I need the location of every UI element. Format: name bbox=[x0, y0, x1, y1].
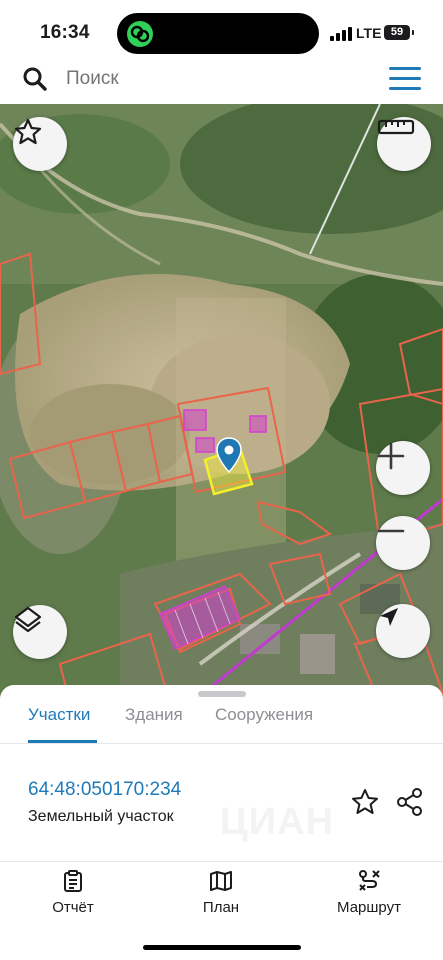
route-label: Маршрут bbox=[337, 899, 401, 916]
status-time: 16:34 bbox=[40, 22, 90, 43]
favorites-button[interactable] bbox=[13, 117, 67, 171]
result-item[interactable]: ЦИАН 64:48:050170:234 Земельный участок bbox=[0, 745, 443, 862]
battery-icon: 59 bbox=[384, 25, 414, 40]
plan-label: План bbox=[202, 899, 240, 916]
status-bar: 16:34 LTE 59 bbox=[0, 0, 443, 58]
home-indicator bbox=[143, 945, 301, 950]
plus-icon bbox=[377, 442, 405, 470]
search-bar bbox=[6, 58, 437, 98]
route-icon bbox=[359, 870, 380, 891]
signal-icon bbox=[330, 27, 352, 41]
sheet-grabber[interactable] bbox=[198, 691, 246, 697]
watermark: ЦИАН bbox=[220, 801, 334, 843]
network-type: LTE bbox=[356, 25, 382, 41]
hamburger-menu-icon[interactable] bbox=[389, 67, 421, 91]
dynamic-island bbox=[117, 13, 319, 54]
map-icon bbox=[210, 871, 232, 891]
active-tab-indicator bbox=[28, 740, 97, 743]
layers-button[interactable] bbox=[13, 605, 67, 659]
zoom-out-button[interactable] bbox=[376, 516, 430, 570]
report-label: Отчёт bbox=[52, 899, 94, 916]
ruler-icon bbox=[377, 119, 415, 135]
tab-structures[interactable]: Сооружения bbox=[215, 705, 313, 725]
layers-icon bbox=[14, 606, 42, 633]
satellite-map[interactable] bbox=[0, 104, 443, 704]
share-icon[interactable] bbox=[395, 787, 425, 817]
zoom-in-button[interactable] bbox=[376, 441, 430, 495]
action-bar: Отчёт План Маршрут bbox=[0, 869, 443, 925]
link-activity-icon bbox=[127, 21, 153, 47]
ruler-button[interactable] bbox=[377, 117, 431, 171]
location-pin-icon[interactable] bbox=[216, 437, 242, 473]
minus-icon bbox=[377, 529, 405, 533]
navigation-arrow-icon bbox=[380, 608, 398, 626]
bottom-sheet: Участки Здания Сооружения ЦИАН 64:48:050… bbox=[0, 685, 443, 960]
tab-parcels[interactable]: Участки bbox=[28, 705, 90, 725]
category-tabs: Участки Здания Сооружения bbox=[0, 703, 443, 744]
parcel-type: Земельный участок bbox=[28, 808, 174, 825]
tab-buildings[interactable]: Здания bbox=[125, 705, 183, 725]
favorite-star-icon[interactable] bbox=[350, 787, 380, 817]
star-icon bbox=[14, 118, 42, 145]
report-button[interactable]: Отчёт bbox=[18, 869, 128, 916]
cadastral-number[interactable]: 64:48:050170:234 bbox=[28, 779, 181, 801]
route-button[interactable]: Маршрут bbox=[314, 869, 424, 916]
my-location-button[interactable] bbox=[376, 604, 430, 658]
search-icon[interactable] bbox=[22, 66, 48, 92]
search-input[interactable] bbox=[64, 65, 368, 93]
clipboard-icon bbox=[64, 870, 82, 892]
plan-button[interactable]: План bbox=[166, 869, 276, 916]
